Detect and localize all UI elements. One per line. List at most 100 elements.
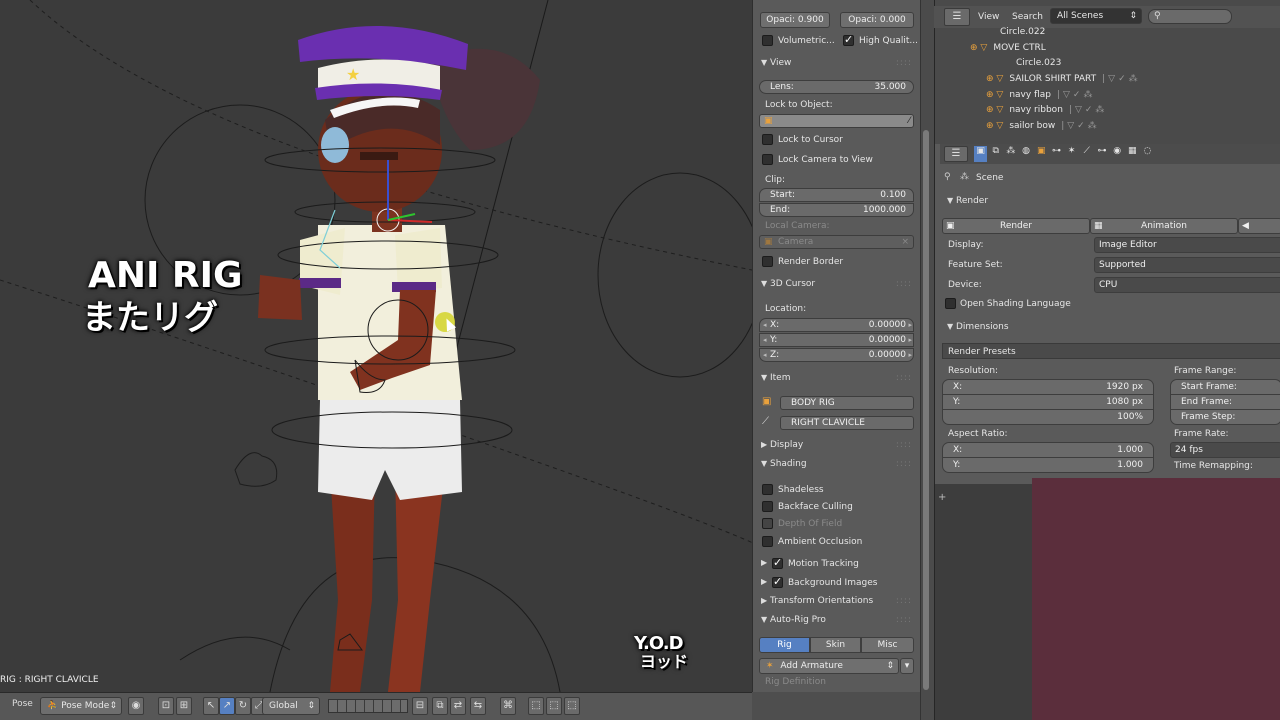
clip-start-field[interactable]: Start: 0.100 — [759, 188, 914, 202]
outliner-view-menu[interactable]: View — [978, 12, 999, 22]
data-tab-icon[interactable]: ✶ — [1065, 146, 1078, 162]
end-frame-field[interactable]: End Frame: — [1170, 394, 1280, 410]
outliner-row[interactable]: Circle.023 — [1016, 55, 1061, 71]
layers-grid[interactable] — [328, 699, 408, 713]
lock-to-cursor-checkbox[interactable] — [762, 134, 773, 145]
tab-misc[interactable]: Misc — [861, 637, 914, 653]
opengl-icon[interactable]: ⬚ — [564, 697, 580, 715]
frame-rate-select[interactable]: 24 fps — [1170, 442, 1280, 458]
scenes-select[interactable]: All Scenes ⇕ — [1050, 8, 1142, 24]
cursor-z-field[interactable]: ◂ Z: 0.00000 ▸ — [759, 348, 914, 362]
background-images-checkbox[interactable] — [772, 575, 783, 588]
dimensions-panel-header[interactable]: ▼ Dimensions — [938, 318, 1280, 336]
object-tab-icon[interactable]: ▣ — [1035, 146, 1048, 162]
mode-select[interactable]: ⛹ Pose Mode ⇕ — [40, 697, 122, 715]
feature-set-select[interactable]: Supported — [1094, 257, 1280, 273]
auto-rig-pro-header[interactable]: ▼ Auto-Rig Pro:::: — [752, 611, 920, 629]
translate-icon[interactable]: ↗ — [219, 697, 235, 715]
aspect-x-field[interactable]: X: 1.000 — [942, 442, 1154, 458]
animation-button[interactable]: ▦ Animation — [1090, 218, 1238, 234]
audio-button[interactable]: ◀ — [1238, 218, 1280, 234]
tab-skin[interactable]: Skin — [810, 637, 861, 653]
world-tab-icon[interactable]: ◍ — [1020, 146, 1033, 162]
pin-icon[interactable]: ⚲ — [944, 172, 951, 182]
cursor-x-field[interactable]: ◂ X: 0.00000 ▸ — [759, 318, 914, 332]
texture-tab-icon[interactable]: ▦ — [1126, 146, 1139, 162]
add-armature-extra[interactable]: ▾ — [900, 658, 914, 674]
resolution-y-field[interactable]: Y: 1080 px — [942, 394, 1154, 410]
backface-culling-checkbox[interactable] — [762, 501, 773, 512]
orientation-select[interactable]: Global ⇕ — [262, 697, 320, 715]
shelf-scroll-thumb[interactable] — [923, 130, 929, 690]
motion-tracking-checkbox[interactable] — [772, 556, 783, 569]
pose-flip-icon[interactable]: ⇆ — [470, 697, 486, 715]
shadeless-checkbox[interactable] — [762, 484, 773, 495]
render-tab-icon[interactable]: ▣ — [974, 146, 988, 162]
bone-constraint-tab-icon[interactable]: ⊶ — [1095, 146, 1108, 162]
bone-tab-icon[interactable]: ⟋ — [1080, 146, 1093, 162]
resolution-percent-field[interactable]: 100% — [942, 409, 1154, 425]
cursor-y-field[interactable]: ◂ Y: 0.00000 ▸ — [759, 333, 914, 347]
render-presets-menu[interactable]: Render Presets — [942, 343, 1280, 359]
render-border-checkbox[interactable] — [762, 256, 773, 267]
shading-icon[interactable]: ◉ — [128, 697, 144, 715]
area-split-icon[interactable]: + — [938, 492, 946, 503]
object-name-field[interactable]: BODY RIG — [780, 396, 914, 410]
add-armature-button[interactable]: ✶ Add Armature ⇕ — [759, 658, 899, 674]
outliner-row[interactable]: ⊕ ▽ SAILOR SHIRT PART |▽✓⁂ — [986, 71, 1141, 87]
outliner-row[interactable]: ⊕ ▽ sailor bow |▽✓⁂ — [986, 118, 1100, 134]
display-section-header[interactable]: ▶ Display:::: — [752, 436, 920, 454]
view-menu[interactable]: Pose — [12, 699, 33, 709]
shading-section-header[interactable]: ▼ Shading:::: — [752, 455, 920, 473]
lens-field[interactable]: Lens: 35.000 — [759, 80, 914, 94]
opacity-left-field[interactable]: Opaci: 0.900 — [760, 12, 830, 28]
lock-object-field[interactable]: ▣ ⁄ — [759, 114, 914, 128]
scene-tab-icon[interactable]: ⁂ — [1004, 146, 1017, 162]
constraints-tab-icon[interactable]: ⊶ — [1050, 146, 1063, 162]
opacity-right-field[interactable]: Opaci: 0.000 — [840, 12, 914, 28]
layers-tab-icon[interactable]: ⧉ — [989, 146, 1002, 162]
physics-tab-icon[interactable]: ◌ — [1141, 146, 1154, 162]
transform-orientations-header[interactable]: ▶ Transform Orientations:::: — [752, 592, 920, 610]
pivot-icon[interactable]: ⊡ — [158, 697, 174, 715]
high-quality-checkbox[interactable] — [843, 33, 854, 46]
keying-icon[interactable]: ⬚ — [528, 697, 544, 715]
display-select[interactable]: Image Editor — [1094, 237, 1280, 253]
render-icon[interactable]: ⬚ — [546, 697, 562, 715]
view-section-header[interactable]: ▼ View:::: — [752, 54, 920, 72]
ambient-occlusion-checkbox[interactable] — [762, 536, 773, 547]
bone-name-field[interactable]: RIGHT CLAVICLE — [780, 416, 914, 430]
clip-end-field[interactable]: End: 1000.000 — [759, 203, 914, 217]
render-button[interactable]: ▣ Render — [942, 218, 1090, 234]
context-tabs[interactable]: ▣ ⧉ ⁂ ◍ ▣ ⊶ ✶ ⟋ ⊶ ◉ ▦ ◌ — [974, 146, 1154, 162]
outliner-row[interactable]: Circle.022 — [1000, 24, 1045, 40]
3d-viewport[interactable]: ★ ANI RIG またリグ Y.O.D ヨッド RIG : RIGHT CLA… — [0, 0, 752, 692]
eyedropper-icon[interactable]: ⁄ — [908, 115, 910, 127]
autokey-icon[interactable]: ⌘ — [500, 697, 516, 715]
cursor-section-header[interactable]: ▼ 3D Cursor:::: — [752, 275, 920, 293]
pose-paste-icon[interactable]: ⇄ — [450, 697, 466, 715]
osl-checkbox[interactable] — [945, 298, 956, 309]
aspect-y-field[interactable]: Y: 1.000 — [942, 457, 1154, 473]
manipulator-icon[interactable]: ⊞ — [176, 697, 192, 715]
editor-type-icon[interactable]: ☰ — [944, 8, 970, 26]
volumetric-checkbox[interactable] — [762, 35, 773, 46]
lock-icon[interactable]: ⊟ — [412, 697, 428, 715]
lock-camera-checkbox[interactable] — [762, 154, 773, 165]
outliner-search-input[interactable]: ⚲ — [1148, 9, 1232, 24]
resolution-x-field[interactable]: X: 1920 px — [942, 379, 1154, 395]
tab-rig[interactable]: Rig — [759, 637, 810, 653]
outliner-row[interactable]: ⊕ ▽ MOVE CTRL — [970, 40, 1046, 56]
device-select[interactable]: CPU — [1094, 277, 1280, 293]
material-tab-icon[interactable]: ◉ — [1111, 146, 1124, 162]
frame-step-field[interactable]: Frame Step: — [1170, 409, 1280, 425]
item-section-header[interactable]: ▼ Item:::: — [752, 369, 920, 387]
rotate-icon[interactable]: ↻ — [235, 697, 251, 715]
widget-icon[interactable]: ↖ — [203, 697, 219, 715]
outliner-row[interactable]: ⊕ ▽ navy flap |▽✓⁂ — [986, 87, 1095, 103]
render-panel-header[interactable]: ▼ Render — [938, 192, 1280, 210]
start-frame-field[interactable]: Start Frame: — [1170, 379, 1280, 395]
editor-type-icon[interactable]: ☰ — [944, 146, 968, 162]
outliner-search-menu[interactable]: Search — [1012, 12, 1043, 22]
outliner-row[interactable]: ⊕ ▽ navy ribbon |▽✓⁂ — [986, 102, 1107, 118]
